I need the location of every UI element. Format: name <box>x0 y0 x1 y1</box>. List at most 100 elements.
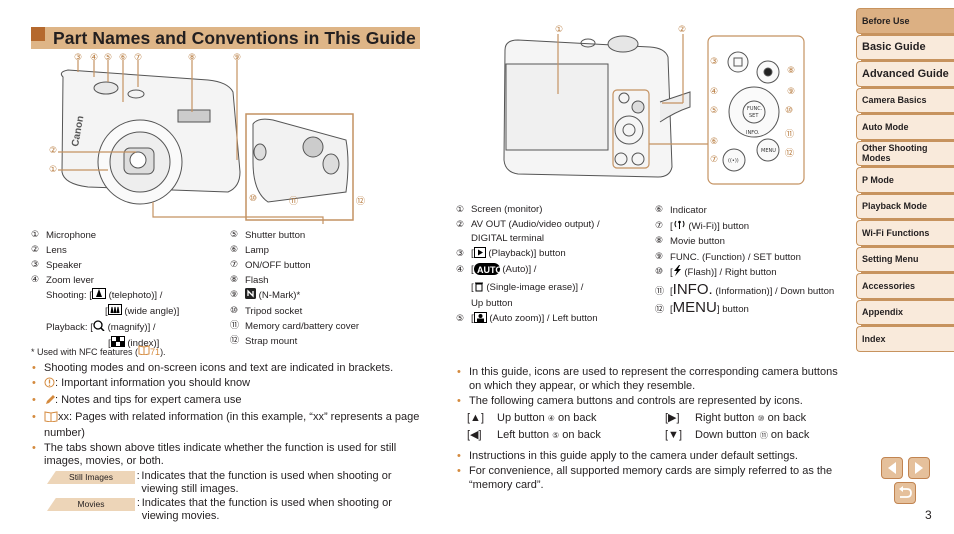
sidebar-item-playback-mode[interactable]: Playback Mode <box>856 193 954 220</box>
part-item: ⑧ Movie button <box>655 236 725 247</box>
page-number: 3 <box>925 508 932 522</box>
part-item: ⑪[INFO. (Information)] / Down button <box>655 280 835 298</box>
callout-12: ⑫ <box>356 197 366 207</box>
sidebar-item-accessories[interactable]: Accessories <box>856 273 954 299</box>
prev-page-button[interactable] <box>881 457 903 479</box>
svg-text:MENU: MENU <box>761 148 776 154</box>
callout-2: ② <box>49 146 58 156</box>
back-parts-list-right: ⑥ Indicator ⑦[ (Wi-Fi)] button ⑧ Movie but… <box>655 203 834 319</box>
back-camera-illustration: FUNC. SET INFO. MENU ((•)) <box>503 34 805 185</box>
sidebar-item-advanced-guide[interactable]: Advanced Guide <box>856 61 954 87</box>
back-callout-3: ③ <box>710 57 719 67</box>
sidebar-item-camera-basics[interactable]: Camera Basics <box>856 87 954 114</box>
part-item: ⑫[MENU] button <box>655 299 749 316</box>
n-mark-icon <box>245 288 256 304</box>
movies-tab: Movies <box>47 498 135 511</box>
bullet-item: For convenience, all supported memory ca… <box>456 465 846 492</box>
zoom-playback-row: Playback: [ (magnify)] / <box>31 320 179 336</box>
book-icon <box>138 345 150 360</box>
footnote: * Used with NFC features (71). <box>31 345 166 360</box>
part-item: ③ Speaker <box>31 260 82 271</box>
callout-11: ⑪ <box>289 197 299 207</box>
back-callout-7: ⑦ <box>710 155 719 165</box>
back-callout-6: ⑥ <box>710 137 719 147</box>
title-marker-icon <box>31 27 45 41</box>
part-item: ④[AUTO (Auto)] / <box>456 263 600 281</box>
pencil-icon <box>44 394 55 410</box>
callout-7: ⑦ <box>134 53 143 63</box>
icon-conventions-list: In this guide, icons are used to represe… <box>456 366 846 494</box>
sidebar-item-wifi-functions[interactable]: Wi-Fi Functions <box>856 220 954 246</box>
title-bar: Part Names and Conventions in This Guide <box>31 27 420 49</box>
svg-text:FUNC.: FUNC. <box>747 106 763 112</box>
bullet-item: The tabs shown above titles indicate whe… <box>31 442 421 469</box>
zoom-shooting-row: Shooting: [ (telephoto)] / <box>31 288 179 304</box>
sidebar-item-basic-guide[interactable]: Basic Guide <box>856 34 954 61</box>
page-title: Part Names and Conventions in This Guide <box>53 28 416 48</box>
svg-text:INFO.: INFO. <box>746 130 760 136</box>
part-item: ⑦ ON/OFF button <box>230 260 311 271</box>
magnify-icon <box>93 320 105 336</box>
callout-1: ① <box>49 165 58 175</box>
button-icon-table: [▲] Up button ④ on back [▶] Right button… <box>467 412 846 442</box>
part-item: ② Lens <box>31 245 67 256</box>
bullet-item: xx: Pages with related information (in t… <box>31 411 421 440</box>
bullet-item: In this guide, icons are used to represe… <box>456 366 846 393</box>
part-item: ⑧ Flash <box>230 275 269 286</box>
part-item: ① Screen (monitor) <box>456 204 543 215</box>
callout-3: ③ <box>74 53 83 63</box>
part-item: ⑤ Shutter button <box>230 230 306 241</box>
bullet-item: : Notes and tips for expert camera use <box>31 394 421 410</box>
part-item: ④ Zoom lever <box>31 275 94 286</box>
front-parts-list-left: ① Microphone ② Lens ③ Speaker ④ Zoom lever S… <box>31 228 179 352</box>
triangle-left-icon <box>888 462 896 474</box>
sidebar-item-appendix[interactable]: Appendix <box>856 299 954 326</box>
part-item: ② AV OUT (Audio/video output) / <box>456 218 600 230</box>
sidebar-item-before-use[interactable]: Before Use <box>856 8 954 34</box>
wide-angle-icon <box>107 304 122 320</box>
erase-icon <box>474 281 484 298</box>
sidebar-item-p-mode[interactable]: P Mode <box>856 167 954 193</box>
svg-text:((•)): ((•)) <box>728 158 739 164</box>
return-arrow-icon <box>899 486 912 498</box>
next-page-button[interactable] <box>908 457 930 479</box>
bullet-item: : Important information you should know <box>31 377 421 393</box>
bullet-item: The following camera buttons and control… <box>456 395 846 409</box>
callout-9: ⑨ <box>233 53 242 63</box>
callout-4: ④ <box>90 53 99 63</box>
page-link[interactable]: 71 <box>150 345 160 360</box>
zoom-wide-row: [ (wide angle)] <box>31 304 179 320</box>
part-item: ⑪ Memory card/battery cover <box>230 321 360 332</box>
playback-icon <box>473 246 486 264</box>
auto-zoom-icon <box>473 311 487 329</box>
left-button-desc: Left button ⑤ on back <box>497 428 601 441</box>
back-callout-11: ⑪ <box>785 130 795 140</box>
part-item: ⑥ Lamp <box>230 245 269 256</box>
right-arrow-icon: [▶] <box>665 412 680 424</box>
book-icon <box>44 411 58 427</box>
down-arrow-icon: [▼] <box>665 428 682 441</box>
auto-mode-icon: AUTO <box>473 263 502 281</box>
menu-icon: MENU <box>672 299 717 316</box>
sidebar-nav: Before Use Basic Guide Advanced Guide Ca… <box>856 8 954 353</box>
left-arrow-icon: [◀] <box>467 428 482 441</box>
sidebar-item-other-shooting-modes[interactable]: Other Shooting Modes <box>856 140 954 167</box>
sidebar-item-setting-menu[interactable]: Setting Menu <box>856 246 954 273</box>
right-button-desc: Right button ⑩ on back <box>695 412 807 424</box>
back-callout-10: ⑩ <box>785 106 794 116</box>
sidebar-item-auto-mode[interactable]: Auto Mode <box>856 114 954 140</box>
back-callout-8: ⑧ <box>787 66 796 76</box>
part-item: ⑤[ (Auto zoom)] / Left button <box>456 311 600 329</box>
tab-legend-still: Still Images : Indicates that the functi… <box>47 470 421 496</box>
flash-icon <box>673 265 682 282</box>
return-button[interactable] <box>894 482 916 504</box>
part-item: ⑩ Tripod socket <box>230 306 303 317</box>
part-item: ③[ (Playback)] button <box>456 246 600 264</box>
bullet-item: Instructions in this guide apply to the … <box>456 450 846 464</box>
part-item: ⑦[ (Wi-Fi)] button <box>655 219 834 235</box>
telephoto-icon <box>91 288 106 304</box>
sidebar-item-index[interactable]: Index <box>856 326 954 352</box>
conventions-list: Shooting modes and on-screen icons and t… <box>31 362 421 523</box>
back-callout-12: ⑫ <box>785 149 795 159</box>
back-callout-1: ① <box>555 25 564 35</box>
